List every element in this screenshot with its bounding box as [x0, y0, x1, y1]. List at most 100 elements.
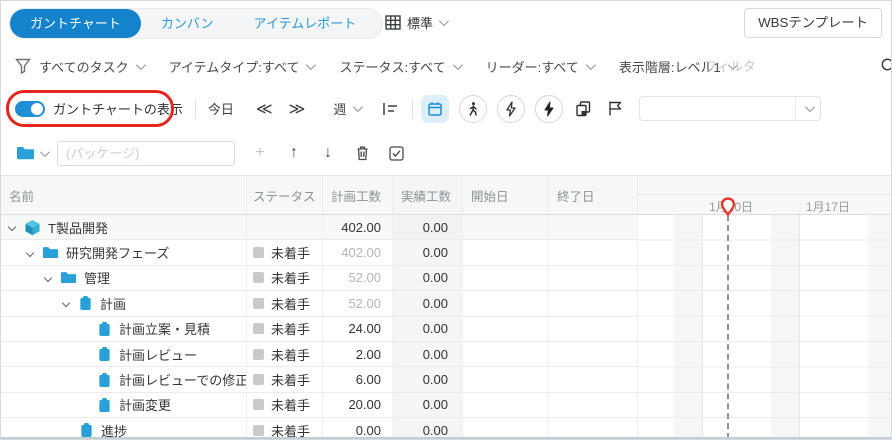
table-row[interactable]: 計画 未着手 52.00 0.00 [1, 291, 638, 316]
calendar-icon[interactable] [421, 95, 449, 123]
table-header-row: 名前 ステータス 計画工数 実績工数 開始日 終了日 [1, 176, 638, 215]
delete-icon[interactable] [345, 145, 379, 161]
task-filter-dropdown[interactable]: すべてのタスク [39, 57, 143, 76]
status-filter-dropdown[interactable]: ステータス:すべて [339, 57, 459, 76]
filter-search-input[interactable] [704, 59, 880, 74]
copy-icon[interactable] [569, 95, 597, 123]
package-folder-dropdown[interactable] [16, 145, 47, 161]
task-filter-label: すべてのタスク [39, 57, 129, 76]
expand-chevron-icon[interactable] [44, 274, 52, 282]
tab-item-report[interactable]: アイテムレポート [234, 9, 377, 38]
table-row[interactable]: 計画レビュー 未着手 2.00 0.00 [1, 342, 638, 367]
column-header-start-date[interactable]: 開始日 [463, 176, 549, 214]
tab-gantt-chart[interactable]: ガントチャート [10, 9, 141, 38]
gantt-header-month-row [638, 176, 891, 195]
view-preset-label: 標準 [407, 13, 433, 32]
start-date-cell [463, 342, 549, 366]
end-date-cell [549, 291, 638, 315]
time-scale-dropdown[interactable]: 週 [333, 99, 360, 118]
column-header-name[interactable]: 名前 [1, 176, 247, 214]
week-gridline [702, 195, 703, 439]
move-down-button[interactable]: ↓ [311, 144, 345, 162]
planned-hours-value: 402.00 [323, 215, 393, 239]
expand-chevron-icon[interactable] [8, 223, 16, 231]
chevron-down-icon [453, 60, 463, 70]
walking-person-icon[interactable] [459, 95, 487, 123]
view-preset-dropdown[interactable]: 標準 [385, 13, 446, 32]
actual-hours-value: 0.00 [393, 240, 463, 264]
status-label: 未着手 [271, 395, 310, 414]
gantt-app-panel: ガントチャート カンバン アイテムレポート 標準 WBSテンプレート すべてのタ… [0, 0, 892, 440]
today-button[interactable]: 今日 [208, 99, 234, 118]
gantt-option-value [640, 97, 795, 120]
planned-hours-value: 52.00 [323, 291, 393, 315]
wbs-template-button[interactable]: WBSテンプレート [744, 8, 882, 38]
table-row[interactable]: 計画立案・見積 未着手 24.00 0.00 [1, 317, 638, 342]
task-name: 計画レビュー [119, 345, 197, 364]
package-name-input[interactable] [57, 141, 235, 166]
project-cube-icon [24, 219, 41, 236]
actual-hours-value: 0.00 [393, 317, 463, 341]
actual-hours-value: 0.00 [393, 266, 463, 290]
package-bar: + ↑ ↓ [1, 131, 891, 175]
search-icon[interactable] [880, 57, 892, 75]
time-scale-label: 週 [333, 99, 346, 118]
planned-hours-value: 6.00 [323, 367, 393, 391]
table-row[interactable]: 計画変更 未着手 20.00 0.00 [1, 393, 638, 418]
status-chip [253, 399, 264, 410]
lightning-filled-icon[interactable] [535, 95, 563, 123]
column-header-status[interactable]: ステータス [247, 176, 323, 214]
task-name: T製品開発 [48, 218, 108, 237]
gantt-row-gridlines [638, 215, 891, 439]
actual-hours-value: 0.00 [393, 291, 463, 315]
task-name: 計画変更 [119, 395, 171, 414]
outline-levels-icon[interactable] [376, 95, 404, 123]
column-header-end-date[interactable]: 終了日 [549, 176, 638, 214]
status-chip [253, 425, 264, 436]
start-date-cell [463, 215, 549, 239]
gantt-timeline-pane[interactable]: 1月10日 1月17日 [638, 175, 891, 439]
today-pin-icon[interactable] [720, 197, 736, 216]
chevron-down-icon [353, 102, 363, 112]
end-date-cell [549, 317, 638, 341]
start-date-cell [463, 393, 549, 417]
task-name: 管理 [84, 268, 110, 287]
leader-filter-dropdown[interactable]: リーダー:すべて [486, 57, 593, 76]
chevron-down-icon [306, 60, 316, 70]
expand-chevron-icon[interactable] [62, 299, 70, 307]
table-row[interactable]: 管理 未着手 52.00 0.00 [1, 266, 638, 291]
leader-filter-label: リーダー:すべて [486, 57, 579, 76]
status-label: 未着手 [271, 345, 310, 364]
clipboard-icon [97, 372, 112, 388]
tab-kanban[interactable]: カンバン [141, 9, 234, 38]
gantt-option-combobox[interactable] [639, 96, 821, 121]
checkbox-select-icon[interactable] [379, 146, 413, 161]
item-type-filter-dropdown[interactable]: アイテムタイプ:すべて [169, 57, 314, 76]
lightning-outline-icon[interactable] [497, 95, 525, 123]
scroll-left-button[interactable]: ≪ [256, 99, 273, 119]
status-filter-label: ステータス:すべて [339, 57, 445, 76]
move-up-button[interactable]: ↑ [277, 144, 311, 162]
gantt-display-toggle-label: ガントチャートの表示 [53, 99, 183, 118]
gantt-display-toggle[interactable] [15, 101, 45, 117]
table-row[interactable]: T製品開発 402.00 0.00 [1, 215, 638, 240]
column-header-planned-hours[interactable]: 計画工数 [323, 176, 393, 214]
table-row[interactable]: 研究開発フェーズ 未着手 402.00 0.00 [1, 240, 638, 265]
clipboard-icon [97, 321, 112, 337]
task-name: 計画立案・見積 [119, 319, 210, 338]
column-header-actual-hours[interactable]: 実績工数 [393, 176, 463, 214]
scroll-right-button[interactable]: ≫ [289, 99, 306, 119]
end-date-cell [549, 266, 638, 290]
status-chip [253, 374, 264, 385]
clipboard-icon [79, 422, 94, 438]
add-item-button[interactable]: + [243, 144, 277, 162]
flag-icon[interactable] [601, 95, 629, 123]
horizontal-scrollbar[interactable] [1, 437, 891, 439]
status-label: 未着手 [271, 243, 310, 262]
table-row[interactable]: 計画レビューでの修正 未着手 6.00 0.00 [1, 367, 638, 392]
end-date-cell [549, 342, 638, 366]
actual-hours-value: 0.00 [393, 393, 463, 417]
expand-chevron-icon[interactable] [26, 248, 34, 256]
view-tabs: ガントチャート カンバン アイテムレポート [9, 8, 383, 39]
status-chip [253, 349, 264, 360]
